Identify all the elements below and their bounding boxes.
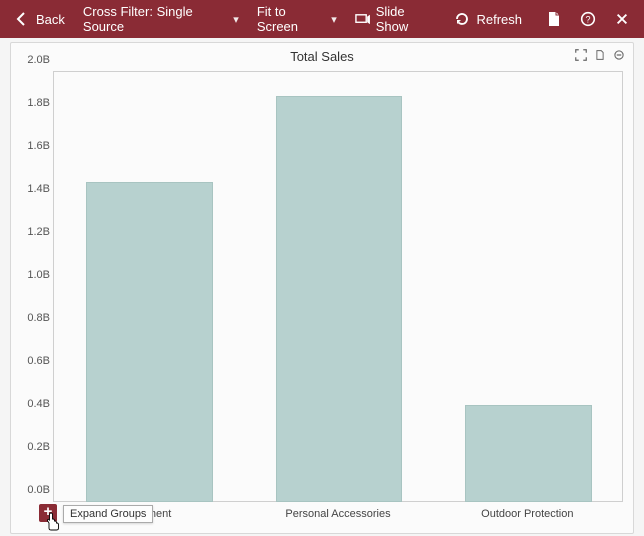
plot-area: 0.0B0.2B0.4B0.6B0.8B1.0B1.2B1.4B1.6B1.8B… bbox=[53, 71, 623, 502]
refresh-icon bbox=[454, 11, 470, 27]
export-chart-icon[interactable] bbox=[595, 49, 605, 64]
y-tick-label: 0.8B bbox=[12, 312, 50, 324]
x-tick-label: Personal Accessories bbox=[285, 508, 390, 520]
y-tick-label: 0.0B bbox=[12, 484, 50, 496]
fit-to-screen-dropdown[interactable]: Fit to Screen ▾ bbox=[251, 0, 343, 38]
fit-label: Fit to Screen bbox=[257, 4, 325, 34]
x-tick-label: Outdoor Protection bbox=[481, 508, 573, 520]
back-label: Back bbox=[36, 12, 65, 27]
bar[interactable] bbox=[276, 96, 403, 502]
y-tick-label: 1.2B bbox=[12, 226, 50, 238]
cross-filter-label: Cross Filter: Single Source bbox=[83, 4, 227, 34]
refresh-label: Refresh bbox=[476, 12, 522, 27]
plot-region: 0.0B0.2B0.4B0.6B0.8B1.0B1.2B1.4B1.6B1.8B… bbox=[53, 71, 621, 501]
top-toolbar: Back Cross Filter: Single Source ▾ Fit t… bbox=[0, 0, 644, 38]
fullscreen-icon[interactable] bbox=[575, 49, 587, 64]
chevron-down-icon: ▾ bbox=[331, 13, 337, 26]
help-icon: ? bbox=[580, 11, 596, 27]
bar[interactable] bbox=[465, 405, 592, 502]
chevron-down-icon: ▾ bbox=[233, 13, 239, 26]
chevron-left-icon bbox=[14, 11, 30, 27]
chart-panel: Total Sales 0.0B0.2B0.4B0.6B0.8B1.0B1.2B… bbox=[10, 42, 634, 534]
slideshow-label: Slide Show bbox=[376, 4, 437, 34]
y-tick-label: 0.6B bbox=[12, 355, 50, 367]
y-tick-label: 0.2B bbox=[12, 441, 50, 453]
help-button[interactable]: ? bbox=[574, 7, 602, 31]
chart-corner-buttons bbox=[575, 49, 625, 64]
bar[interactable] bbox=[86, 182, 213, 502]
y-tick-label: 1.4B bbox=[12, 183, 50, 195]
chart-title: Total Sales bbox=[11, 43, 633, 66]
y-tick-label: 1.8B bbox=[12, 97, 50, 109]
slideshow-icon bbox=[355, 11, 370, 27]
svg-text:?: ? bbox=[585, 15, 590, 25]
expand-groups-tooltip: Expand Groups bbox=[63, 505, 153, 523]
expand-groups-button[interactable]: + bbox=[39, 504, 57, 522]
cross-filter-dropdown[interactable]: Cross Filter: Single Source ▾ bbox=[77, 0, 245, 38]
document-icon bbox=[546, 11, 562, 27]
close-icon bbox=[614, 11, 630, 27]
export-button[interactable] bbox=[540, 7, 568, 31]
back-button[interactable]: Back bbox=[8, 7, 71, 31]
refresh-button[interactable]: Refresh bbox=[448, 7, 528, 31]
y-tick-label: 1.6B bbox=[12, 140, 50, 152]
y-tick-label: 1.0B bbox=[12, 269, 50, 281]
y-tick-label: 0.4B bbox=[12, 398, 50, 410]
close-button[interactable] bbox=[608, 7, 636, 31]
y-tick-label: 2.0B bbox=[12, 54, 50, 66]
slideshow-button[interactable]: Slide Show bbox=[349, 0, 443, 38]
minimize-icon[interactable] bbox=[613, 49, 625, 64]
